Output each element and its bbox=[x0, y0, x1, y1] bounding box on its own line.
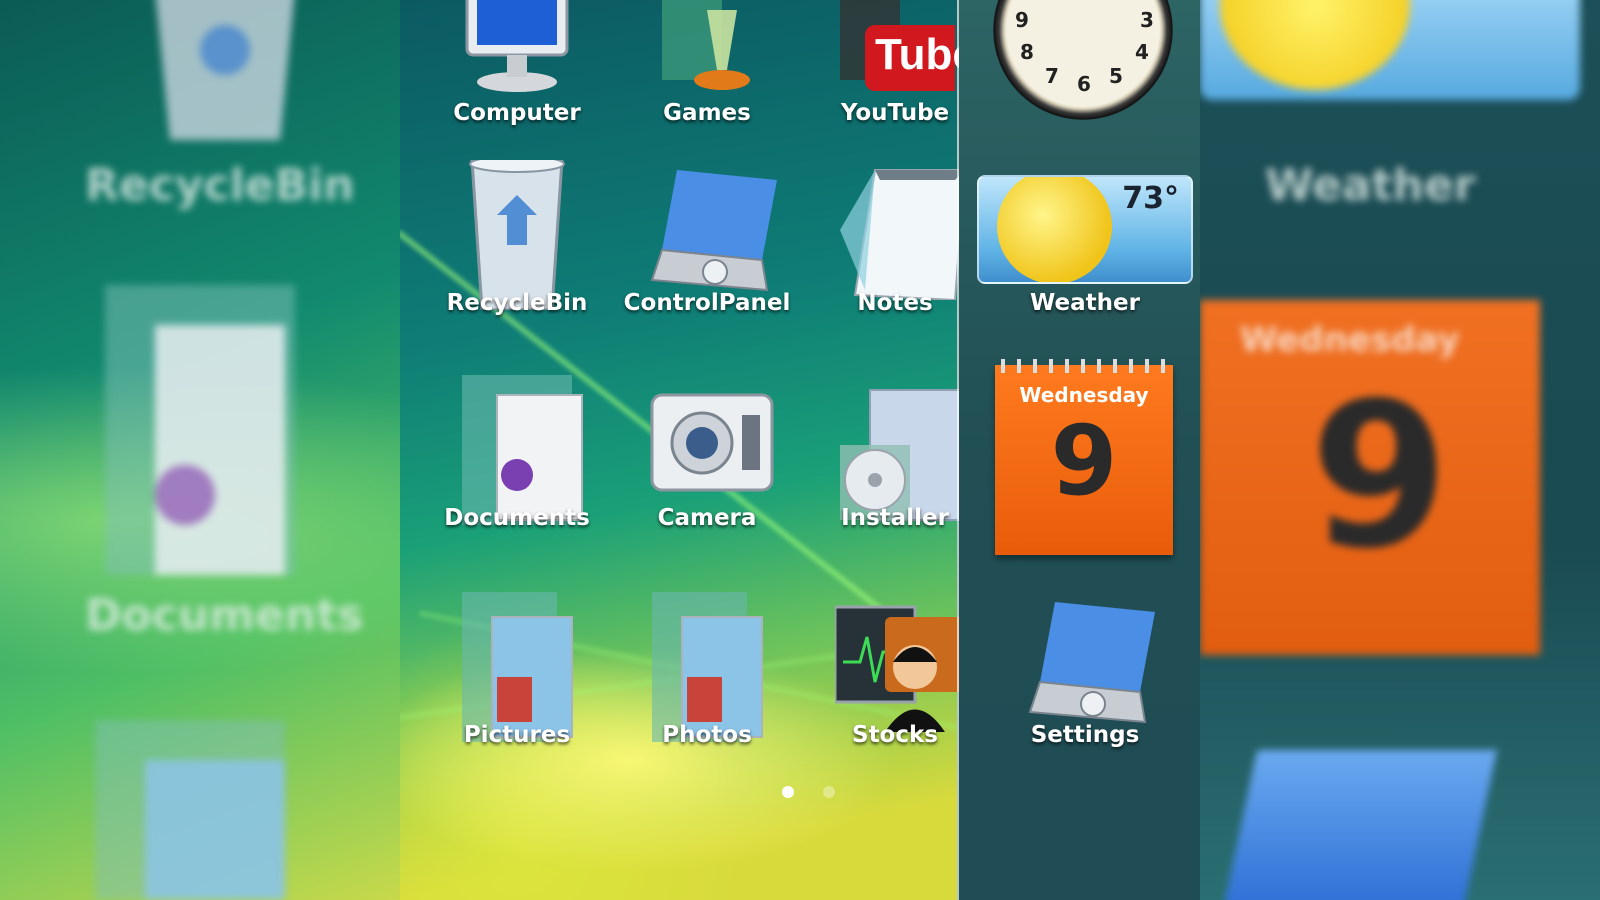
app-documents[interactable]: Documents bbox=[432, 365, 602, 565]
app-settings[interactable]: Settings bbox=[1000, 582, 1170, 782]
calendar-ghost-card: Wednesday 9 bbox=[1200, 300, 1540, 655]
calendar-rings bbox=[1001, 359, 1167, 373]
app-youtube[interactable]: Tube YouTube bbox=[810, 0, 980, 160]
documents-ghost-label: Documents bbox=[85, 590, 364, 641]
app-notes[interactable]: Notes bbox=[810, 150, 980, 350]
recycle-bin-ghost-icon bbox=[135, 0, 315, 150]
camera-icon bbox=[647, 375, 774, 505]
pictures-ghost-icon bbox=[95, 720, 295, 900]
clock-number: 4 bbox=[1135, 40, 1149, 64]
sun-icon bbox=[997, 177, 1112, 282]
app-label: Pictures bbox=[463, 722, 571, 748]
settings-icon bbox=[1025, 592, 1155, 724]
home-screen-stage: RecycleBin Documents Weather Wednesday 9… bbox=[0, 0, 1600, 900]
calendar-ghost-date: 9 bbox=[1310, 360, 1450, 593]
documents-ghost-icon bbox=[95, 285, 305, 585]
app-label: Games bbox=[663, 100, 751, 126]
youtube-icon: Tube bbox=[835, 0, 977, 100]
recycle-bin-ghost-label: RecycleBin bbox=[85, 160, 355, 211]
notes-icon bbox=[835, 160, 967, 302]
page-dot[interactable] bbox=[823, 786, 836, 798]
app-games[interactable]: Games bbox=[622, 0, 792, 160]
clock-number: 3 bbox=[1140, 8, 1154, 32]
documents-folder-icon bbox=[457, 375, 583, 525]
clock-number: 6 bbox=[1077, 72, 1091, 96]
app-label: ControlPanel bbox=[623, 290, 791, 316]
app-photos[interactable]: Photos bbox=[622, 582, 792, 782]
app-camera[interactable]: Camera bbox=[622, 365, 792, 565]
blurred-backdrop-right: Weather Wednesday 9 bbox=[1200, 0, 1600, 900]
weather-widget[interactable]: 73° bbox=[977, 175, 1193, 284]
pictures-folder-icon bbox=[457, 592, 577, 742]
weather-temperature: 73° bbox=[1122, 181, 1179, 216]
app-label: Settings bbox=[1030, 722, 1140, 748]
page-dot-active[interactable] bbox=[782, 786, 794, 798]
photos-folder-icon bbox=[647, 592, 767, 742]
control-panel-icon bbox=[647, 160, 777, 292]
app-computer[interactable]: Computer bbox=[432, 0, 602, 160]
clock-number: 8 bbox=[1020, 40, 1034, 64]
recycle-bin-icon bbox=[457, 155, 577, 312]
settings-ghost-icon bbox=[1222, 750, 1498, 900]
blurred-backdrop-left: RecycleBin Documents bbox=[0, 0, 400, 900]
app-label: Photos bbox=[662, 722, 752, 748]
app-label: Camera bbox=[657, 505, 757, 531]
app-label: Computer bbox=[453, 100, 581, 126]
app-installer[interactable]: Installer bbox=[810, 365, 980, 565]
weather-ghost-card bbox=[1200, 0, 1580, 100]
app-label: Documents bbox=[444, 505, 590, 531]
stocks-icon bbox=[833, 592, 985, 732]
page-indicator[interactable] bbox=[770, 783, 847, 802]
app-stocks[interactable]: Stocks bbox=[810, 582, 985, 782]
app-pictures[interactable]: Pictures bbox=[432, 582, 602, 782]
weather-ghost-label: Weather bbox=[1265, 160, 1476, 211]
app-label: RecycleBin bbox=[446, 290, 588, 316]
clock-number: 9 bbox=[1015, 8, 1029, 32]
calendar-date: 9 bbox=[1050, 405, 1118, 517]
games-icon bbox=[647, 0, 767, 100]
app-control-panel[interactable]: ControlPanel bbox=[622, 150, 792, 350]
calendar-day: Wednesday bbox=[1019, 383, 1149, 407]
app-recycle-bin[interactable]: RecycleBin bbox=[432, 150, 602, 350]
installer-icon bbox=[835, 375, 966, 521]
calendar-widget[interactable]: Wednesday 9 bbox=[995, 359, 1173, 555]
computer-icon bbox=[457, 0, 577, 100]
calendar-ghost-day: Wednesday bbox=[1240, 320, 1460, 360]
clock-number: 5 bbox=[1109, 64, 1123, 88]
clock-number: 7 bbox=[1045, 64, 1059, 88]
